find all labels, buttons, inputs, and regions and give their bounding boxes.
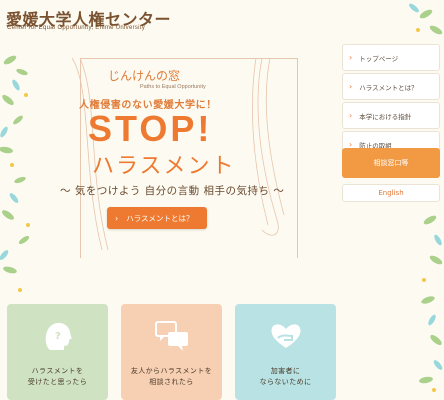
english-button[interactable]: English <box>342 184 440 202</box>
card-label-line: 相談されたら <box>149 378 194 386</box>
card-label: ハラスメントを 受けたと思ったら <box>28 366 87 388</box>
card-label-line: 友人からハラスメントを <box>130 367 213 375</box>
window-title: じんけんの窓 <box>108 69 181 83</box>
consultation-button[interactable]: 相談窓口等 <box>342 148 440 178</box>
harassment-heading: ハラスメント <box>92 154 236 179</box>
nav-item-what-is-harassment[interactable]: › ハラスメントとは？ <box>342 73 440 100</box>
card-label-line: ならないために <box>259 378 312 386</box>
chevron-right-icon: › <box>349 53 353 62</box>
card-label: 加害者に ならないために <box>260 366 312 388</box>
chevron-right-icon: › <box>349 82 353 91</box>
card-not-become-perpetrator[interactable]: 加害者に ならないために <box>235 304 336 400</box>
site-subtitle: Center for Equal Opportunity, Ehime Univ… <box>7 25 146 31</box>
speech-bubbles-icon <box>154 321 188 351</box>
nav-item-label: トップページ <box>359 54 399 63</box>
card-if-harassed[interactable]: ? ハラスメントを 受けたと思ったら <box>7 304 108 400</box>
card-label-line: ハラスメントを <box>31 367 84 375</box>
side-nav: › トップページ › ハラスメントとは？ › 本学における指針 › 防止の取組 <box>342 44 440 160</box>
chevron-right-icon: › <box>349 111 353 120</box>
card-label-line: 加害者に <box>270 367 301 375</box>
stop-heading: STOP! <box>88 108 213 149</box>
nav-item-label: ハラスメントとは？ <box>359 83 418 92</box>
cta-label: ハラスメントとは？ <box>126 213 194 223</box>
chevron-right-icon: › <box>115 213 119 223</box>
leaf-decoration-left <box>0 55 30 292</box>
nav-item-top[interactable]: › トップページ <box>342 44 440 71</box>
what-is-harassment-button[interactable]: › ハラスメントとは？ <box>107 207 207 229</box>
hero-slogan: ～ 気をつけよう 自分の言動 相手の気持ち ～ <box>60 185 285 197</box>
card-label-line: 受けたと思ったら <box>27 378 88 386</box>
heart-hand-icon <box>271 324 300 348</box>
leaf-decoration-right <box>419 215 443 392</box>
card-label: 友人からハラスメントを 相談されたら <box>131 366 212 388</box>
head-question-icon: ? <box>45 322 72 350</box>
window-title-en: Paths to Equal Opportunity <box>140 84 206 90</box>
card-friend-consulted[interactable]: 友人からハラスメントを 相談されたら <box>121 304 222 400</box>
nav-item-guidelines[interactable]: › 本学における指針 <box>342 102 440 129</box>
nav-item-label: 本学における指針 <box>359 112 412 121</box>
svg-text:?: ? <box>55 331 61 342</box>
leaf-decoration-top-right <box>409 3 443 35</box>
